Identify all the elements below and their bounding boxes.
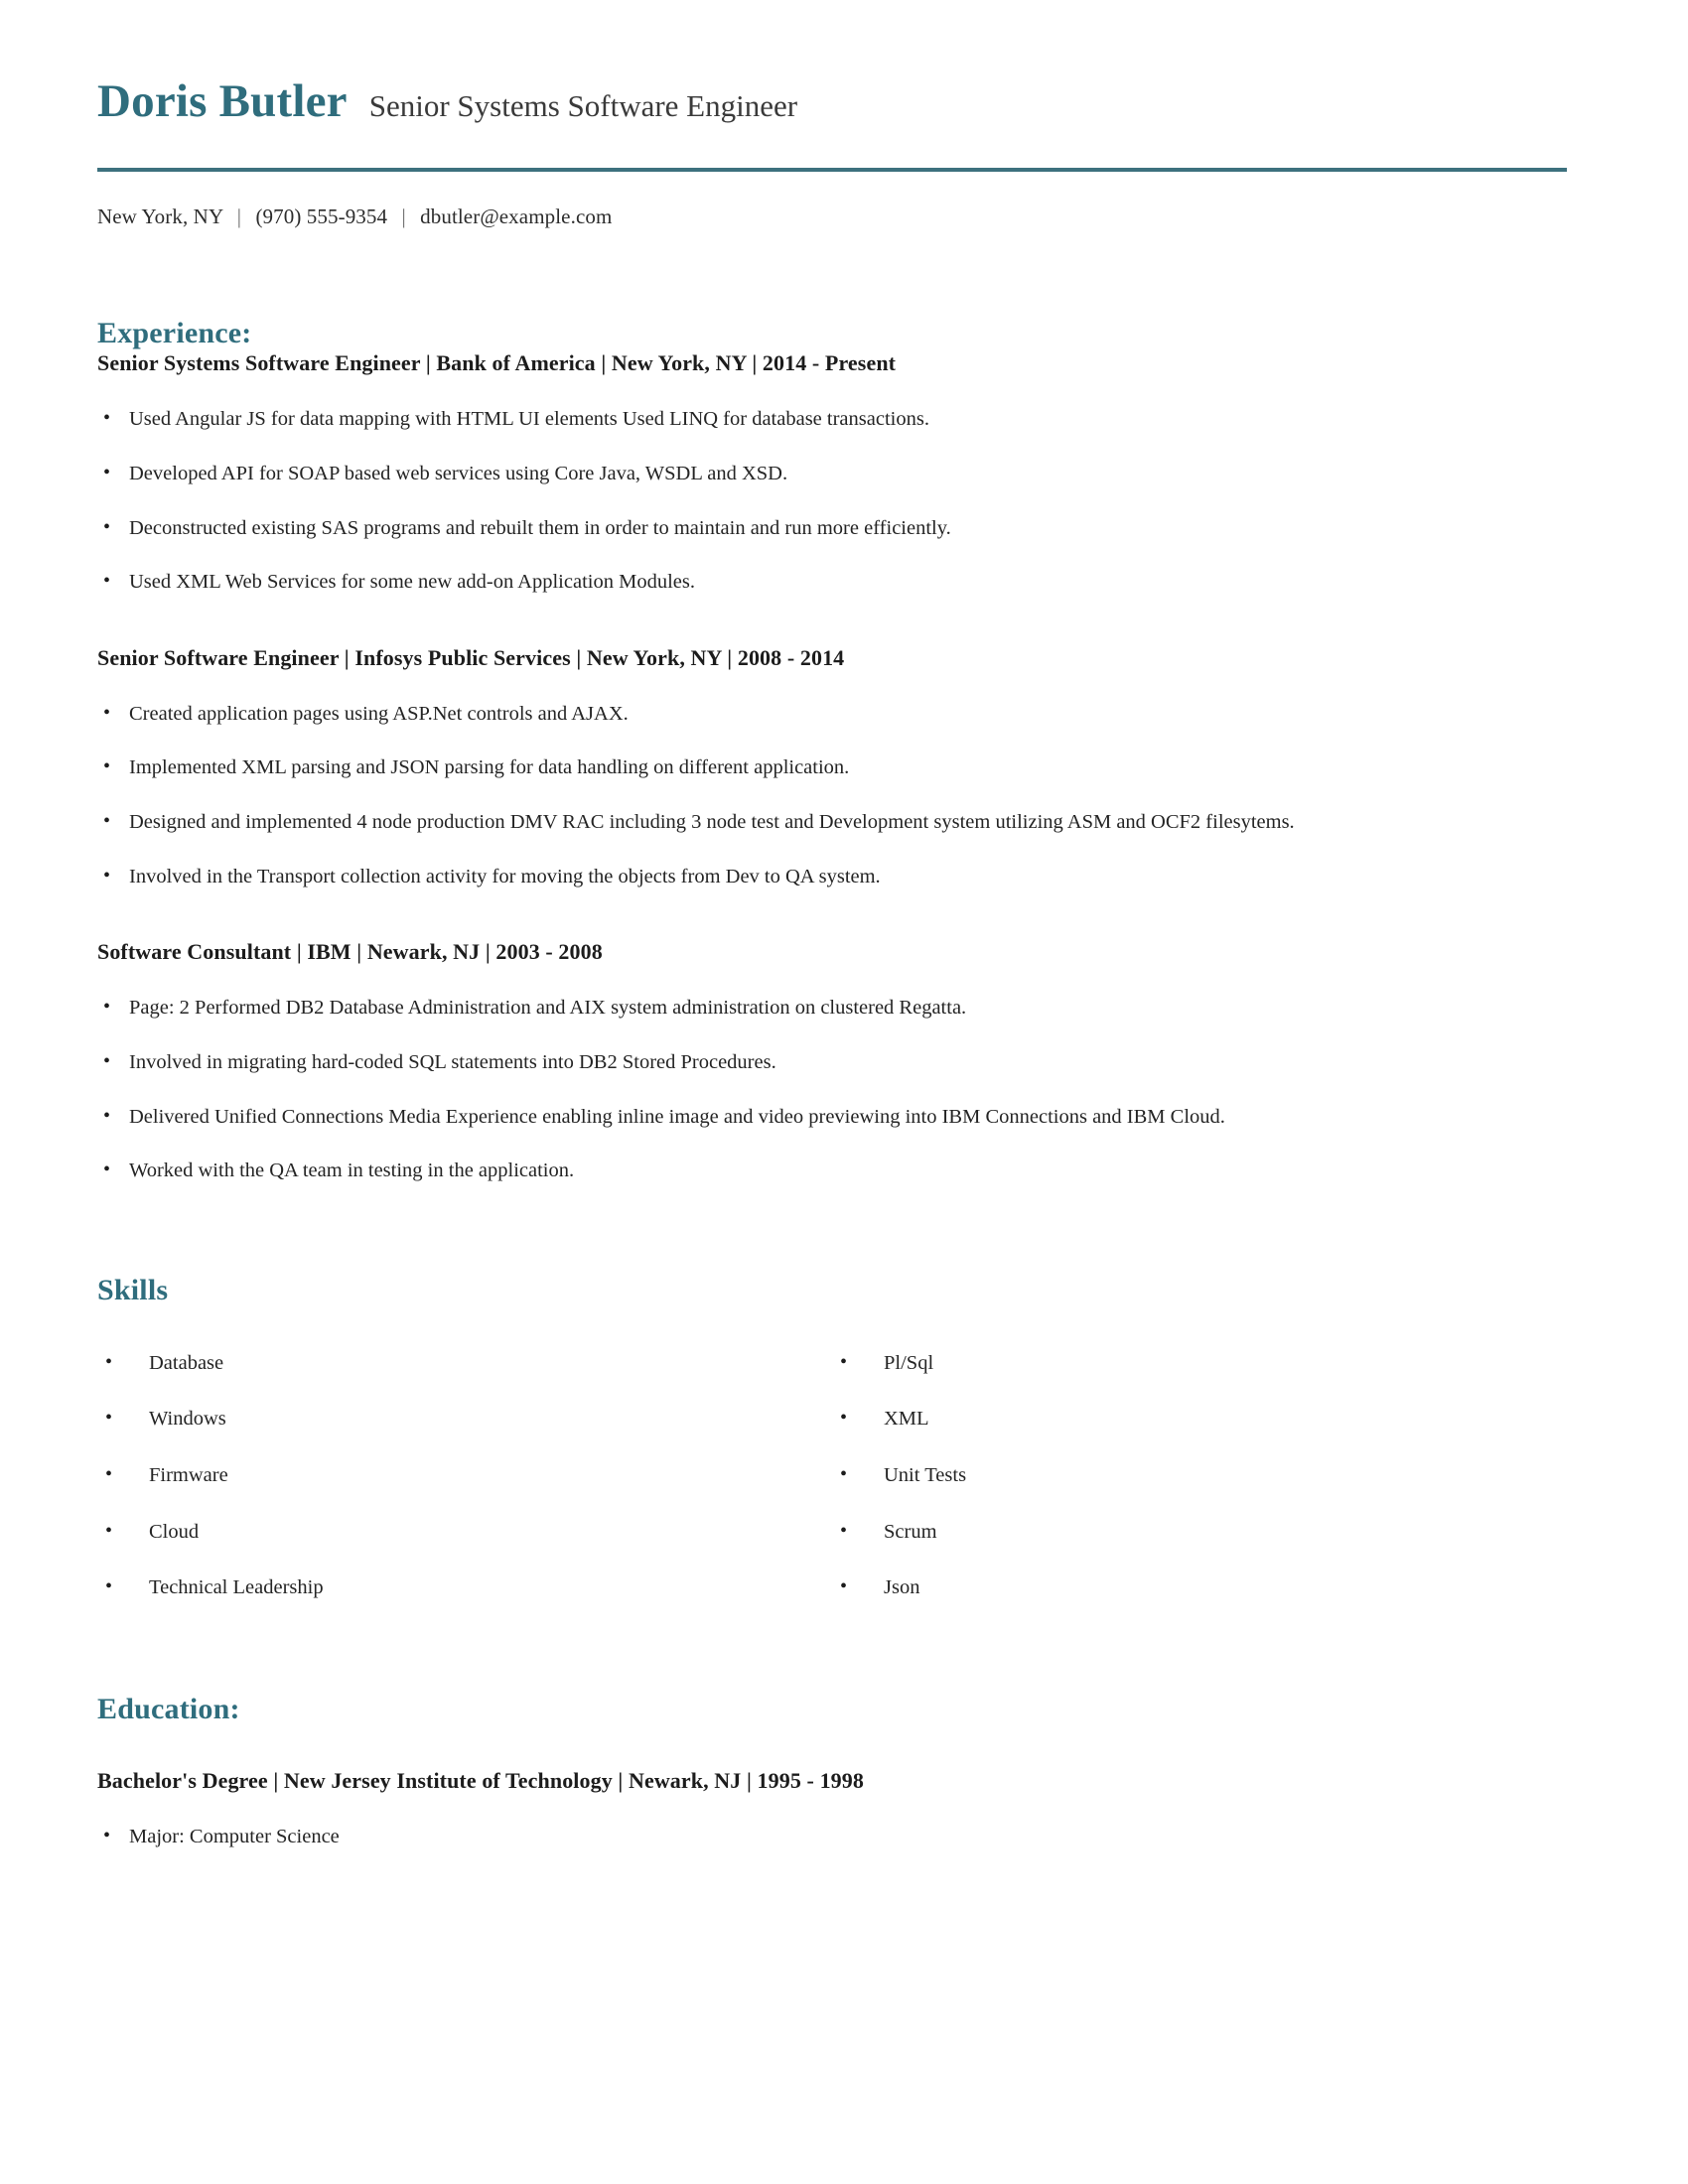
experience-entry: Senior Software Engineer | Infosys Publi… [97, 645, 1591, 890]
skills-column-right: Pl/Sql XML Unit Tests Scrum Json [832, 1315, 1567, 1601]
skill-item: XML [832, 1406, 1567, 1433]
skill-item: Scrum [832, 1519, 1567, 1546]
bullet-item: Involved in migrating hard-coded SQL sta… [97, 1049, 1591, 1076]
bullet-item: Delivered Unified Connections Media Expe… [97, 1104, 1591, 1131]
experience-entry-bullets: Created application pages using ASP.Net … [97, 701, 1591, 890]
contact-separator-1: | [236, 205, 242, 229]
skills-section: Skills Database Windows Firmware Cloud T… [97, 1274, 1591, 1601]
experience-entry: Senior Systems Software Engineer | Bank … [97, 350, 1591, 596]
bullet-item: Used XML Web Services for some new add-o… [97, 569, 1591, 596]
bullet-item: Worked with the QA team in testing in th… [97, 1158, 1591, 1184]
bullet-item: Developed API for SOAP based web service… [97, 461, 1591, 487]
bullet-item: Page: 2 Performed DB2 Database Administr… [97, 995, 1591, 1022]
contact-separator-2: | [401, 205, 406, 229]
skill-item: Technical Leadership [97, 1574, 832, 1601]
skills-heading: Skills [97, 1273, 169, 1306]
skill-item: Json [832, 1574, 1567, 1601]
experience-entry: Software Consultant | IBM | Newark, NJ |… [97, 939, 1591, 1184]
bullet-item: Major: Computer Science [97, 1824, 1591, 1850]
experience-entry-bullets: Page: 2 Performed DB2 Database Administr… [97, 995, 1591, 1184]
contact-line: New York, NY | (970) 555-9354 | dbutler@… [97, 205, 1591, 229]
experience-entry-bullets: Used Angular JS for data mapping with HT… [97, 406, 1591, 596]
candidate-name: Doris Butler [97, 75, 348, 127]
bullet-item: Used Angular JS for data mapping with HT… [97, 406, 1591, 433]
experience-entry-title: Senior Software Engineer | Infosys Publi… [97, 644, 845, 670]
skills-columns: Database Windows Firmware Cloud Technica… [97, 1315, 1591, 1601]
skill-item: Database [97, 1350, 832, 1377]
bullet-item: Involved in the Transport collection act… [97, 864, 1591, 890]
header-divider [97, 168, 1567, 173]
bullet-item: Created application pages using ASP.Net … [97, 701, 1591, 728]
skill-item: Pl/Sql [832, 1350, 1567, 1377]
skill-item: Firmware [97, 1462, 832, 1489]
contact-location: New York, NY [97, 205, 223, 229]
skill-item: Cloud [97, 1519, 832, 1546]
experience-heading: Experience: [97, 317, 252, 350]
bullet-item: Deconstructed existing SAS programs and … [97, 515, 1591, 542]
skills-column-left: Database Windows Firmware Cloud Technica… [97, 1315, 832, 1601]
contact-phone[interactable]: (970) 555-9354 [255, 205, 387, 228]
education-entry-title: Bachelor's Degree | New Jersey Institute… [97, 1767, 864, 1793]
experience-entry-title: Software Consultant | IBM | Newark, NJ |… [97, 939, 603, 965]
education-entry-bullets: Major: Computer Science [97, 1824, 1591, 1850]
bullet-item: Designed and implemented 4 node producti… [97, 809, 1591, 836]
skills-list-right: Pl/Sql XML Unit Tests Scrum Json [832, 1350, 1567, 1601]
contact-email[interactable]: dbutler@example.com [420, 205, 612, 228]
resume-header: Doris Butler Senior Systems Software Eng… [97, 0, 1591, 126]
experience-entry-title: Senior Systems Software Engineer | Bank … [97, 350, 897, 376]
candidate-job-title: Senior Systems Software Engineer [368, 88, 798, 123]
resume-page: Doris Butler Senior Systems Software Eng… [0, 0, 1688, 2184]
education-entry: Bachelor's Degree | New Jersey Institute… [97, 1768, 1591, 1850]
skill-item: Unit Tests [832, 1462, 1567, 1489]
bullet-item: Implemented XML parsing and JSON parsing… [97, 754, 1591, 781]
skills-list-left: Database Windows Firmware Cloud Technica… [97, 1350, 832, 1601]
education-heading: Education: [97, 1692, 240, 1725]
experience-section: Experience: Senior Systems Software Engi… [97, 317, 1591, 1184]
education-section: Education: Bachelor's Degree | New Jerse… [97, 1693, 1591, 1850]
skill-item: Windows [97, 1406, 832, 1433]
